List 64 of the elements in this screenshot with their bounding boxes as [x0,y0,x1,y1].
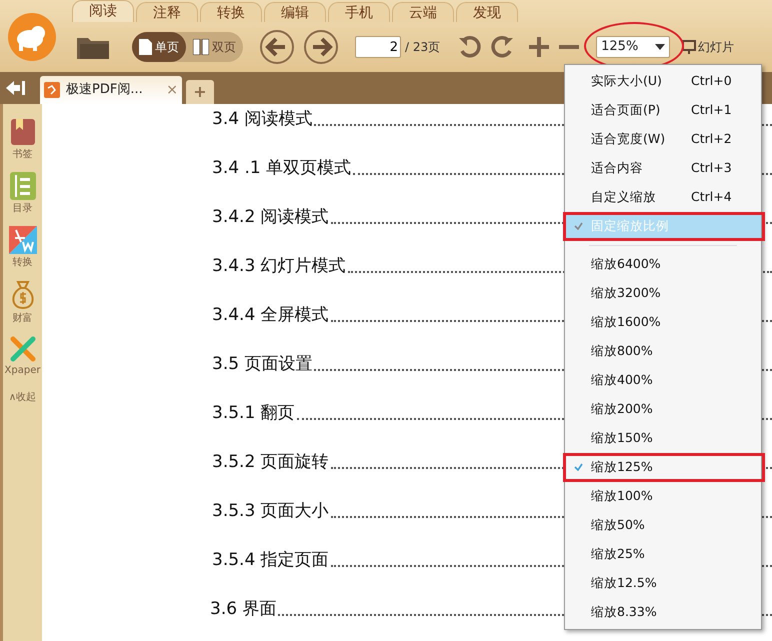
zoom-dropdown[interactable]: 125% [596,36,670,58]
ribbon-tab[interactable]: 编辑 [264,2,326,22]
toc-entry: 3.5.1 翻页 [212,402,295,424]
ribbon-tab[interactable]: 云端 [392,2,454,22]
zoom-in-icon[interactable] [528,36,550,58]
screen-icon [682,40,696,54]
ribbon-tab[interactable]: 转换 [200,2,262,22]
sidebar-item[interactable]: Xpaper [4,336,40,378]
cross-icon [10,336,36,362]
menu-item[interactable]: 缩放6400% [565,250,761,279]
ribbon-tab[interactable]: 手机 [328,2,390,22]
collapse-button[interactable]: ∧收起 [8,390,36,405]
toc-entry: 3.5.3 页面大小 [212,500,329,522]
toc-entry: 3.4.3 幻灯片模式 [212,254,346,278]
menu-item[interactable]: 适合页面(P) Ctrl+1 [565,96,761,125]
list-icon [10,172,36,200]
menu-item[interactable]: 缩放3200% [565,279,761,308]
caret-icon [655,44,666,50]
menu-item[interactable]: 缩放150% [565,424,761,453]
menu-item[interactable]: 缩放1600% [565,308,761,337]
toc-entry: 3.5 页面设置 [212,352,312,376]
page-total-label: / 23页 [405,39,440,56]
toc-entry: 3.4.2 阅读模式 [212,206,329,228]
checkmark-icon [574,463,582,472]
menu-item[interactable]: 缩放25% [565,540,761,569]
two-pages-icon [193,39,209,55]
view-mode-button[interactable]: 单页 [132,32,186,62]
menu-item[interactable]: 缩放125% [565,453,761,482]
book-icon [10,118,36,146]
checkmark-icon [574,222,582,230]
menu-item[interactable]: 缩放50% [565,511,761,540]
rotate-right-icon[interactable] [490,35,514,59]
sidebar-item[interactable]: 书签 [10,118,36,162]
ribbon-tab[interactable]: 注释 [136,2,198,22]
sidebar-item[interactable]: 转换 [8,226,36,270]
toc-entry: 3.5.2 页面旋转 [212,450,329,474]
menu-item[interactable]: 缩放400% [565,366,761,395]
menu-item[interactable]: 缩放12.5% [565,569,761,598]
toc-entry: 3.4.4 全屏模式 [212,304,329,326]
menu-item[interactable]: 缩放100% [565,482,761,511]
toc-entry: 3.4 .1 单双页模式 [212,156,352,180]
menu-item[interactable]: 适合宽度(W) Ctrl+2 [565,125,761,154]
menu-item[interactable]: 实际大小(U) Ctrl+0 [565,67,761,96]
rotate-left-icon[interactable] [458,35,482,59]
toc-entry: 3.5.4 指定页面 [212,548,329,572]
collapse-panel-icon[interactable] [6,80,26,96]
toc-entry: 3.4 阅读模式 [212,108,312,130]
menu-item[interactable]: 缩放8.33% [565,598,761,627]
menu-item[interactable]: 自定义缩放 Ctrl+4 [565,183,761,212]
tab-title: 极速PDF阅... [66,81,144,100]
menu-item[interactable]: 适合内容 Ctrl+3 [565,154,761,183]
page-input[interactable]: 2 [355,36,401,58]
view-mode-button[interactable]: 双页 [186,32,243,62]
ribbon-tab[interactable]: 阅读 [72,0,134,22]
toc-entry: 3.6 界面 [210,598,276,620]
menu-item[interactable]: 缩放200% [565,395,761,424]
ribbon-tab[interactable]: 发现 [456,2,518,22]
app-icon [44,82,60,98]
menu-item[interactable]: 缩放800% [565,337,761,366]
document-tab[interactable]: 极速PDF阅... × [40,76,182,104]
slideshow-button[interactable]: 幻灯片 [682,38,734,56]
pdf-to-word-icon [8,226,36,254]
sidebar-item[interactable]: 目录 [10,172,36,216]
sidebar-item[interactable]: 财富 [8,280,36,326]
